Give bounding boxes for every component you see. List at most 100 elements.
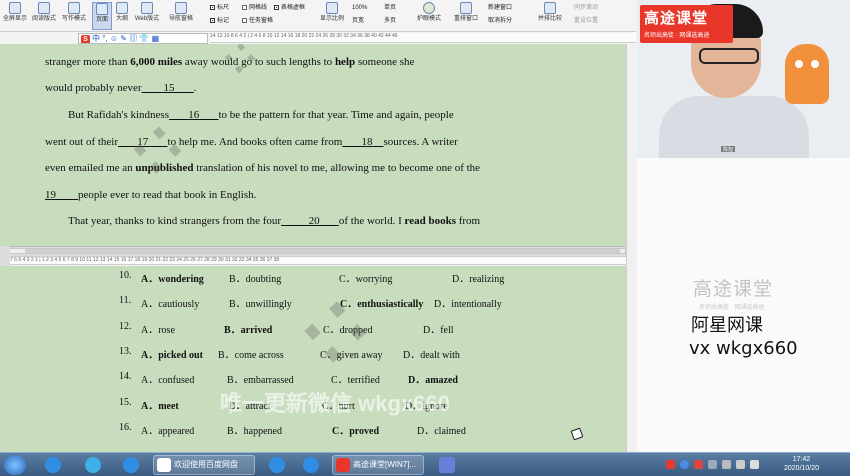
tray-app-icon[interactable]: [708, 460, 717, 469]
book-icon: [38, 2, 50, 14]
document-upper-pane[interactable]: stranger more than 6,000 miles away woul…: [0, 44, 634, 246]
table-frame-checkbox[interactable]: 表格虚框: [274, 5, 305, 12]
option-a: A．picked out: [141, 349, 203, 361]
page-width-button[interactable]: 页宽: [352, 18, 364, 25]
checkbox-icon: [210, 5, 215, 10]
browser-icon: [85, 457, 101, 473]
netdisk-icon: [157, 458, 171, 472]
taskbar-wps[interactable]: [432, 455, 462, 475]
brand-logo: 高途课堂 名师出高徒 · 网课选高途: [640, 5, 733, 43]
side-panel: 高途课堂 名师出高徒 · 网课选高途 阿星网课 vx wkgx660: [637, 158, 850, 452]
mark-checkbox[interactable]: 标记: [210, 18, 229, 25]
option-c: C．worrying: [339, 274, 393, 285]
start-button[interactable]: [4, 455, 26, 475]
passage-line-4: went out of their 17 to help me. And boo…: [45, 136, 458, 148]
teacher-video: 高途课堂 名师出高徒 · 网课选高途 陈旭: [637, 0, 850, 158]
rearrange-window-button[interactable]: 重排窗口: [452, 2, 480, 30]
ime-toolbar[interactable]: S中 °, ☺ ✎ ▥ 👕 ▦: [78, 33, 208, 44]
question-number: 10.: [119, 270, 132, 281]
ad-text-2: vx wkgx660: [689, 338, 798, 359]
option-a: A．cautiously: [141, 299, 200, 311]
reset-position-button[interactable]: 重设位置: [574, 18, 598, 25]
taskbar-ie[interactable]: [38, 455, 68, 475]
option-row: 14. A．confused B．embarrassed C．terrified D．a…: [0, 371, 630, 387]
single-page-button[interactable]: 单页: [384, 5, 396, 12]
side-logo-sub: 名师出高徒 · 网课选高途: [699, 305, 765, 311]
sogou-icon: S: [81, 35, 90, 43]
question-number: 14.: [119, 371, 132, 383]
option-a: A．confused: [141, 375, 195, 387]
ruler-checkbox[interactable]: 标尺: [210, 5, 229, 12]
view-ribbon: 全屏显示 阅读版式 写作模式 页面 大纲 Web版式 导航窗格 标尺 网格线 表…: [0, 0, 636, 32]
windows-icon: [460, 2, 472, 14]
ie-icon: [123, 457, 139, 473]
horizontal-scrollbar[interactable]: [4, 248, 626, 254]
multi-page-button[interactable]: 多页: [384, 18, 396, 25]
task-pane-checkbox[interactable]: 任务窗格: [242, 18, 273, 25]
writing-mode-button[interactable]: 写作模式: [60, 2, 88, 30]
zoom-100-button[interactable]: 100%: [352, 5, 367, 12]
gridlines-checkbox[interactable]: 网格线: [242, 5, 267, 12]
outline-icon: [116, 2, 128, 14]
reading-layout-button[interactable]: 阅读版式: [30, 2, 58, 30]
checkbox-icon: [242, 18, 247, 23]
vertical-scrollbar[interactable]: [626, 44, 636, 452]
magnifier-icon: [326, 2, 338, 14]
option-a: A．appeared: [141, 425, 195, 437]
option-d: D．intentionally: [434, 299, 502, 311]
help-icon[interactable]: [680, 460, 689, 469]
option-b: B．come across: [218, 349, 284, 361]
option-d: D．amazed: [408, 375, 458, 387]
option-c: C．enthusiastically: [340, 299, 424, 311]
sync-scroll-button[interactable]: 同步滚动: [574, 5, 598, 12]
document-lower-pane[interactable]: 10. A．wondering B．doubting C．worrying D．real…: [0, 266, 634, 452]
outline-view-button[interactable]: 大纲: [113, 2, 131, 30]
web-layout-button[interactable]: Web版式: [132, 2, 162, 30]
eye-mode-button[interactable]: 护眼模式: [414, 2, 444, 30]
passage-line-2: would probably never 15 .: [45, 82, 197, 94]
taskbar-baidu-netdisk[interactable]: 欢迎使用百度网盘: [153, 455, 255, 475]
fullscreen-button[interactable]: 全屏显示: [2, 2, 28, 30]
option-a: A．wondering: [141, 274, 204, 285]
question-number: 11.: [119, 295, 132, 307]
compare-icon: [544, 2, 556, 14]
scroll-thumb[interactable]: [25, 249, 620, 253]
nav-pane-button[interactable]: 导航窗格: [164, 2, 198, 30]
globe-icon: [141, 2, 153, 14]
clock[interactable]: 17:42 2020/10/20: [784, 455, 819, 473]
option-a: A．meet: [141, 400, 179, 412]
page-view-button[interactable]: 页面: [92, 2, 112, 30]
mascot-icon: [785, 44, 829, 104]
option-d: D．dealt with: [403, 349, 460, 361]
passage-line-7: That year, thanks to kind strangers from…: [68, 215, 481, 227]
sogou-icon[interactable]: [666, 460, 675, 469]
taskbar-browser[interactable]: [78, 455, 108, 475]
taskbar-ie2[interactable]: [116, 455, 146, 475]
side-logo: 高途课堂: [693, 278, 774, 300]
side-by-side-button[interactable]: 并排比较: [536, 2, 564, 30]
flag-icon[interactable]: [736, 460, 745, 469]
top-ruler: 14 12 10 8 6 4 2 | 2 4 6 8 10 12 14 16 1…: [210, 33, 636, 43]
volume-icon[interactable]: [750, 460, 759, 469]
passage-line-6: 19 people ever to read that book in Engl…: [45, 189, 257, 201]
diagonal-watermark: ∷: [120, 112, 197, 191]
network-icon[interactable]: [722, 460, 731, 469]
option-b: B．unwillingly: [229, 299, 292, 311]
taskbar-gaotu[interactable]: 高途课堂[WIN7]...: [332, 455, 424, 475]
wps-icon: [439, 457, 455, 473]
taskbar-ie4[interactable]: [296, 455, 326, 475]
option-row: 16. A．appeared B．happened C．proved D．claimed: [0, 422, 630, 437]
taskbar-ie3[interactable]: [262, 455, 292, 475]
passage-line-5: even emailed me an unpublished translati…: [45, 162, 481, 174]
option-d: D．claimed: [417, 425, 466, 437]
question-number: 13.: [119, 345, 132, 357]
checkbox-icon: [242, 5, 247, 10]
option-d: D．realizing: [452, 274, 505, 285]
pen-icon: [68, 2, 80, 14]
new-window-button[interactable]: 新建窗口: [488, 5, 512, 12]
ie-icon: [303, 457, 319, 473]
cancel-split-button[interactable]: 取消拆分: [488, 18, 512, 25]
zoom-ratio-button[interactable]: 显示比例: [316, 2, 348, 30]
page-icon: [96, 3, 108, 15]
tray-app-icon[interactable]: [694, 460, 703, 469]
